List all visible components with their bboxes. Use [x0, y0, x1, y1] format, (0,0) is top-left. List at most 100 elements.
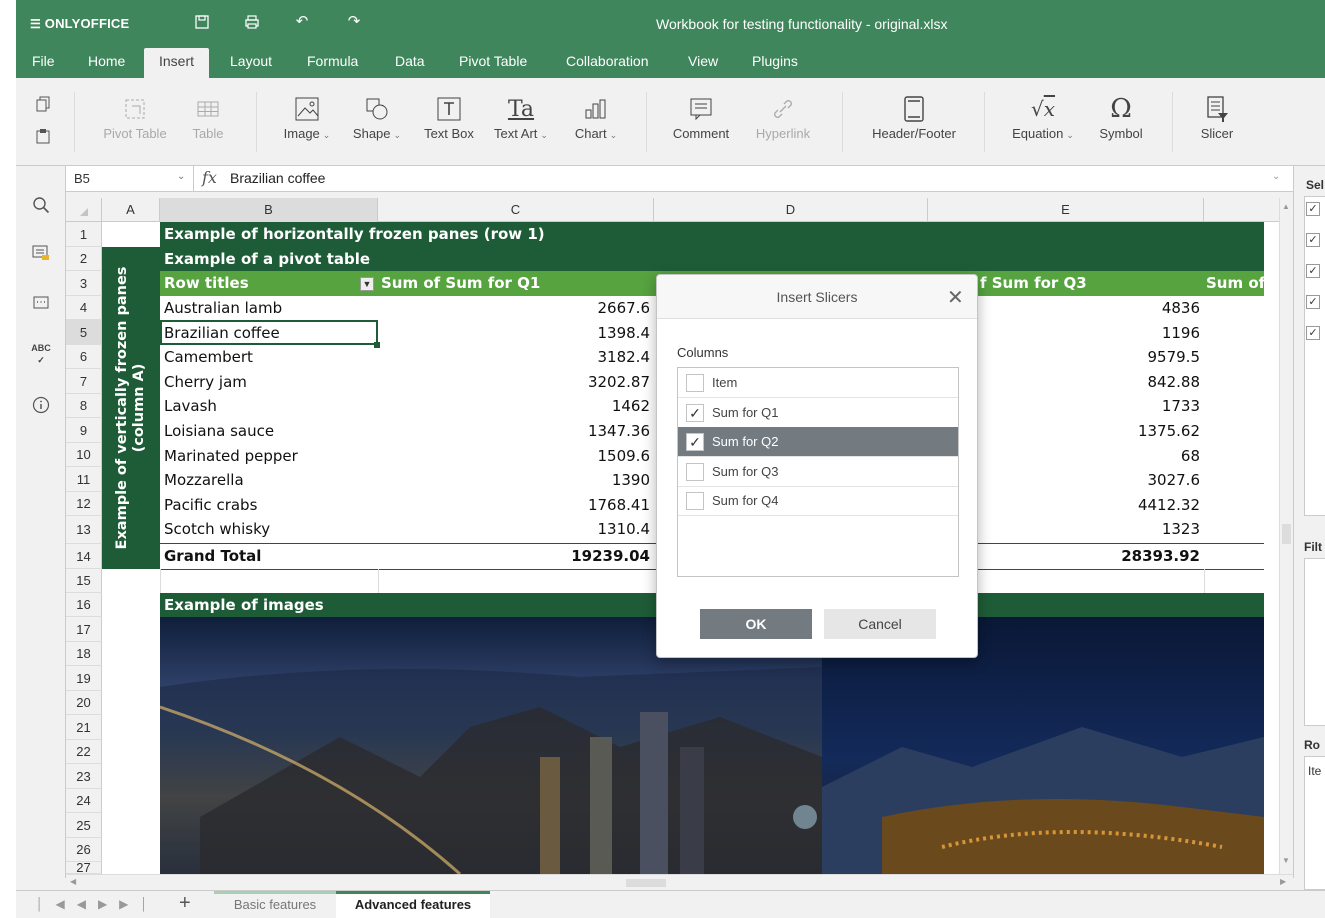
- field-checkbox[interactable]: ✓: [1306, 326, 1320, 340]
- horizontal-scrollbar[interactable]: ◀ ▶: [66, 874, 1293, 890]
- sheet-nav-arrows[interactable]: │◀◀▶▶│: [36, 897, 160, 911]
- scroll-right-icon[interactable]: ▶: [1280, 877, 1286, 886]
- equation-button[interactable]: √x Equation ⌄: [1006, 92, 1080, 141]
- hyperlink-button[interactable]: Hyperlink: [750, 92, 816, 141]
- symbol-button[interactable]: Ω Symbol: [1094, 92, 1148, 141]
- expand-formula-icon[interactable]: ⌄: [1272, 171, 1280, 182]
- add-sheet-icon[interactable]: +: [179, 892, 191, 915]
- row-header[interactable]: 24: [66, 789, 102, 813]
- pivot-header-row-titles[interactable]: Row titles: [160, 271, 350, 296]
- row-header[interactable]: 6: [66, 345, 102, 369]
- checkbox[interactable]: ✓: [686, 433, 704, 451]
- column-header-d[interactable]: D: [654, 198, 928, 222]
- column-header-f[interactable]: [1204, 198, 1264, 222]
- row-header[interactable]: 26: [66, 838, 102, 862]
- pivot-row-title[interactable]: Australian lamb: [160, 296, 378, 321]
- vertical-scrollbar[interactable]: ▲ ▼: [1279, 198, 1293, 874]
- row-header[interactable]: 21: [66, 715, 102, 740]
- menu-plugins[interactable]: Plugins: [744, 44, 806, 78]
- row-header[interactable]: 8: [66, 394, 102, 418]
- row-header[interactable]: 1: [66, 222, 102, 247]
- table-button[interactable]: Table: [186, 92, 230, 141]
- field-checkbox[interactable]: ✓: [1306, 264, 1320, 278]
- pivot-value-q1[interactable]: 1347.36: [378, 419, 654, 444]
- shape-button[interactable]: Shape ⌄: [346, 92, 408, 141]
- row-header[interactable]: 11: [66, 467, 102, 492]
- pivot-row-title[interactable]: Marinated pepper: [160, 444, 378, 469]
- field-checkbox[interactable]: ✓: [1306, 202, 1320, 216]
- row-header[interactable]: 5: [66, 320, 102, 345]
- row-header[interactable]: 7: [66, 369, 102, 394]
- column-header-b[interactable]: B: [160, 198, 378, 222]
- redo-icon[interactable]: ↷: [346, 14, 362, 30]
- pivot-value-q1[interactable]: 2667.6: [378, 296, 654, 321]
- search-icon[interactable]: [30, 196, 52, 218]
- menu-insert[interactable]: Insert: [144, 48, 210, 78]
- menu-pivot-table[interactable]: Pivot Table: [451, 44, 535, 78]
- field-checkbox[interactable]: ✓: [1306, 233, 1320, 247]
- menu-file[interactable]: File: [24, 44, 63, 78]
- column-header-c[interactable]: C: [378, 198, 654, 222]
- save-icon[interactable]: [194, 14, 210, 30]
- slicer-column-item[interactable]: Item: [678, 368, 958, 398]
- sheet-tab[interactable]: Basic features: [214, 891, 336, 918]
- row-header[interactable]: 13: [66, 516, 102, 544]
- scroll-thumb[interactable]: [1282, 524, 1291, 544]
- pivot-row-title[interactable]: Mozzarella: [160, 468, 378, 493]
- column-header-a[interactable]: A: [102, 198, 160, 222]
- info-icon[interactable]: [30, 396, 52, 418]
- grand-total-q1[interactable]: 19239.04: [378, 544, 654, 569]
- text-box-button[interactable]: Text Box: [418, 92, 480, 141]
- paste-icon[interactable]: [28, 128, 58, 147]
- slicer-column-item[interactable]: ✓ Sum for Q1: [678, 398, 958, 428]
- menu-data[interactable]: Data: [387, 44, 433, 78]
- checkbox[interactable]: [686, 462, 704, 481]
- scroll-left-icon[interactable]: ◀: [70, 877, 76, 886]
- slicer-column-item[interactable]: Sum for Q4: [678, 486, 958, 516]
- scroll-thumb[interactable]: [626, 879, 666, 887]
- row-header[interactable]: 10: [66, 443, 102, 467]
- row-header[interactable]: 12: [66, 492, 102, 516]
- pivot-header-q3[interactable]: f Sum for Q3: [980, 271, 1180, 296]
- function-icon[interactable]: fx: [202, 168, 217, 187]
- pivot-value-q1[interactable]: 1310.4: [378, 517, 654, 542]
- close-icon[interactable]: ✕: [947, 285, 964, 310]
- rows-item[interactable]: Ite: [1308, 764, 1321, 778]
- pivot-value-q1[interactable]: 1390: [378, 468, 654, 493]
- pivot-header-q1[interactable]: Sum of Sum for Q1: [378, 271, 654, 296]
- checkbox[interactable]: ✓: [686, 403, 704, 422]
- pivot-value-q1[interactable]: 3182.4: [378, 345, 654, 370]
- scroll-up-icon[interactable]: ▲: [1282, 202, 1290, 211]
- slicer-button[interactable]: Slicer: [1194, 92, 1240, 141]
- filters-box[interactable]: [1304, 558, 1325, 726]
- spellcheck-icon[interactable]: ABC ✓: [30, 342, 52, 365]
- ok-button[interactable]: OK: [700, 609, 812, 639]
- grand-total-label[interactable]: Grand Total: [160, 544, 378, 569]
- column-header-e[interactable]: E: [928, 198, 1204, 222]
- checkbox[interactable]: [686, 374, 704, 392]
- row-header[interactable]: 23: [66, 764, 102, 789]
- slicer-column-item[interactable]: ✓ Sum for Q2: [678, 427, 958, 457]
- filter-dropdown-icon[interactable]: ▼: [360, 277, 374, 291]
- fill-handle[interactable]: [374, 342, 380, 348]
- row-header[interactable]: 19: [66, 666, 102, 691]
- pivot-table-button[interactable]: Pivot Table: [98, 92, 172, 141]
- menu-layout[interactable]: Layout: [222, 44, 280, 78]
- row-header[interactable]: 16: [66, 593, 102, 617]
- slicer-column-item[interactable]: Sum for Q3: [678, 457, 958, 487]
- columns-list[interactable]: Item ✓ Sum for Q1 ✓ Sum for Q2 Sum for Q3 Sum …: [677, 367, 959, 577]
- row-header[interactable]: 22: [66, 740, 102, 764]
- row-header[interactable]: 3: [66, 271, 102, 296]
- pivot-row-title[interactable]: Lavash: [160, 394, 378, 419]
- formula-input[interactable]: Brazilian coffee: [230, 170, 1270, 190]
- menu-view[interactable]: View: [680, 44, 726, 78]
- comment-button[interactable]: Comment: [666, 92, 736, 141]
- row-header[interactable]: 18: [66, 642, 102, 666]
- pivot-row-title[interactable]: Scotch whisky: [160, 517, 378, 542]
- menu-home[interactable]: Home: [80, 44, 133, 78]
- print-icon[interactable]: [244, 14, 260, 30]
- checkbox[interactable]: [686, 492, 704, 510]
- row-header[interactable]: 14: [66, 544, 102, 569]
- row-header[interactable]: 20: [66, 691, 102, 715]
- cancel-button[interactable]: Cancel: [824, 609, 936, 639]
